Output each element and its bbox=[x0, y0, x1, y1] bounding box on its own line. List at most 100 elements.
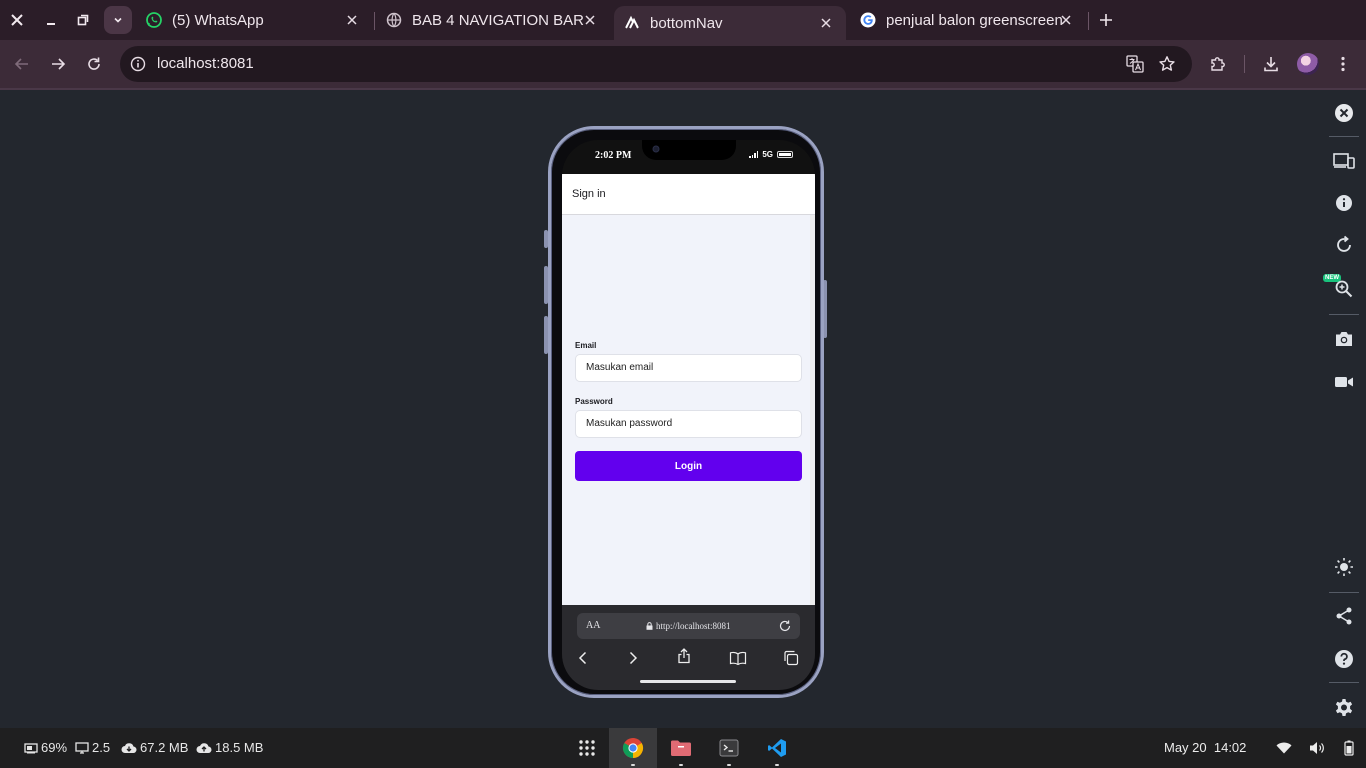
help-button[interactable] bbox=[1333, 648, 1355, 670]
app-launcher-button[interactable] bbox=[563, 728, 611, 768]
home-indicator bbox=[640, 680, 736, 683]
info-icon bbox=[130, 56, 146, 72]
settings-button[interactable] bbox=[1333, 697, 1355, 719]
video-camera-icon bbox=[1335, 377, 1353, 387]
status-time: 2:02 PM bbox=[595, 150, 632, 161]
download-amount: 67.2 MB bbox=[140, 740, 189, 755]
dock-files[interactable] bbox=[657, 728, 705, 768]
tab-close-button[interactable] bbox=[1056, 10, 1076, 30]
login-button-label: Login bbox=[674, 460, 703, 472]
downloads-button[interactable] bbox=[1259, 52, 1283, 76]
safari-forward-button[interactable] bbox=[624, 649, 642, 667]
device-mode-button[interactable] bbox=[1333, 150, 1355, 172]
minimize-window-button[interactable] bbox=[39, 8, 63, 32]
phone-status-bar: 2:02 PM 5G bbox=[562, 140, 815, 174]
battery-tray[interactable] bbox=[1340, 739, 1358, 757]
camera-icon bbox=[1336, 332, 1352, 346]
battery-icon bbox=[777, 151, 793, 158]
safari-tabs-button[interactable] bbox=[782, 649, 800, 667]
terminal-icon bbox=[719, 739, 739, 757]
gear-icon bbox=[1335, 699, 1353, 716]
lock-icon bbox=[646, 622, 653, 630]
safari-back-button[interactable] bbox=[574, 649, 592, 667]
screenshot-button[interactable] bbox=[1333, 328, 1355, 350]
close-icon bbox=[1061, 15, 1071, 25]
share-button[interactable] bbox=[1333, 605, 1355, 627]
reader-settings-button[interactable]: AA bbox=[586, 620, 600, 631]
phone-notch bbox=[642, 140, 736, 160]
wifi-status[interactable] bbox=[1275, 739, 1293, 757]
profile-avatar[interactable] bbox=[1297, 53, 1319, 75]
star-icon bbox=[1159, 56, 1175, 71]
close-device-toolbar-button[interactable] bbox=[1333, 102, 1355, 124]
app-header: Sign in bbox=[562, 174, 815, 215]
reload-icon[interactable] bbox=[778, 619, 792, 633]
safari-address-bar[interactable]: AA http://localhost:8081 bbox=[577, 613, 800, 639]
more-vertical-icon bbox=[1341, 56, 1345, 72]
close-window-button[interactable] bbox=[5, 8, 29, 32]
devtools-divider bbox=[1329, 682, 1359, 683]
reload-button[interactable] bbox=[82, 52, 106, 76]
folder-icon bbox=[671, 740, 691, 756]
share-icon bbox=[678, 648, 690, 664]
device-screen: 2:02 PM 5G Sign in Email Masukan email P… bbox=[562, 140, 815, 690]
puzzle-icon bbox=[1211, 57, 1225, 71]
translate-button[interactable] bbox=[1125, 54, 1145, 74]
chevron-right-icon bbox=[629, 651, 638, 665]
tab-close-button[interactable] bbox=[816, 13, 836, 33]
battery-icon bbox=[24, 742, 38, 753]
volume-status[interactable] bbox=[1308, 739, 1326, 757]
signin-form: Email Masukan email Password Masukan pas… bbox=[562, 215, 815, 605]
tab-close-button[interactable] bbox=[342, 10, 362, 30]
camera-icon bbox=[652, 145, 660, 153]
browser-menu-button[interactable] bbox=[1331, 52, 1355, 76]
tab-bottomnav[interactable]: bottomNav bbox=[614, 6, 846, 40]
info-icon bbox=[1336, 195, 1352, 211]
tab-whatsapp[interactable]: (5) WhatsApp bbox=[136, 0, 372, 40]
address-bar[interactable]: localhost:8081 bbox=[120, 46, 1192, 82]
date-time[interactable]: May 20 14:02 bbox=[1164, 740, 1246, 755]
email-label: Email bbox=[575, 341, 597, 350]
dock-terminal[interactable] bbox=[705, 728, 753, 768]
tab-close-button[interactable] bbox=[580, 10, 600, 30]
arrow-left-icon bbox=[14, 58, 28, 70]
back-button[interactable] bbox=[10, 52, 34, 76]
battery-status: 69% bbox=[24, 740, 67, 755]
password-field[interactable]: Masukan password bbox=[575, 410, 802, 438]
bookmark-button[interactable] bbox=[1157, 54, 1177, 74]
email-field[interactable]: Masukan email bbox=[575, 354, 802, 382]
running-indicator bbox=[679, 764, 683, 766]
forward-button[interactable] bbox=[46, 52, 70, 76]
rotate-device-button[interactable] bbox=[1333, 234, 1355, 256]
safari-bookmarks-button[interactable] bbox=[729, 649, 747, 667]
wifi-icon bbox=[1276, 742, 1292, 754]
login-button[interactable]: Login bbox=[575, 451, 802, 481]
page-title: Sign in bbox=[572, 188, 606, 200]
dock-vscode[interactable] bbox=[753, 728, 801, 768]
restore-window-button[interactable] bbox=[71, 8, 95, 32]
browser-toolbar: localhost:8081 bbox=[0, 40, 1366, 88]
theme-toggle-button[interactable] bbox=[1333, 556, 1355, 578]
tab-bab4-navigation[interactable]: BAB 4 NAVIGATION BAR bbox=[376, 0, 610, 40]
tab-search-button[interactable] bbox=[104, 6, 132, 34]
close-icon bbox=[11, 14, 23, 26]
record-video-button[interactable] bbox=[1333, 371, 1355, 393]
google-icon bbox=[860, 12, 876, 28]
cloud-upload-icon bbox=[196, 742, 212, 753]
dock-chrome[interactable] bbox=[609, 728, 657, 768]
tab-google-search[interactable]: penjual balon greenscreen bbox=[850, 0, 1086, 40]
extensions-button[interactable] bbox=[1206, 52, 1230, 76]
minimize-icon bbox=[47, 23, 55, 25]
site-info-button[interactable] bbox=[128, 54, 148, 74]
safari-bottom-bar: AA http://localhost:8081 bbox=[562, 605, 815, 690]
new-tab-button[interactable] bbox=[1094, 8, 1118, 32]
devtools-divider bbox=[1329, 592, 1359, 593]
close-icon bbox=[585, 15, 595, 25]
safari-share-button[interactable] bbox=[675, 647, 693, 665]
chevron-down-icon bbox=[114, 17, 122, 23]
page-viewport: 2:02 PM 5G Sign in Email Masukan email P… bbox=[0, 88, 1366, 728]
running-indicator bbox=[631, 764, 635, 766]
status-network: 5G bbox=[762, 150, 773, 159]
device-info-button[interactable] bbox=[1333, 192, 1355, 214]
zoom-button[interactable] bbox=[1333, 278, 1355, 300]
